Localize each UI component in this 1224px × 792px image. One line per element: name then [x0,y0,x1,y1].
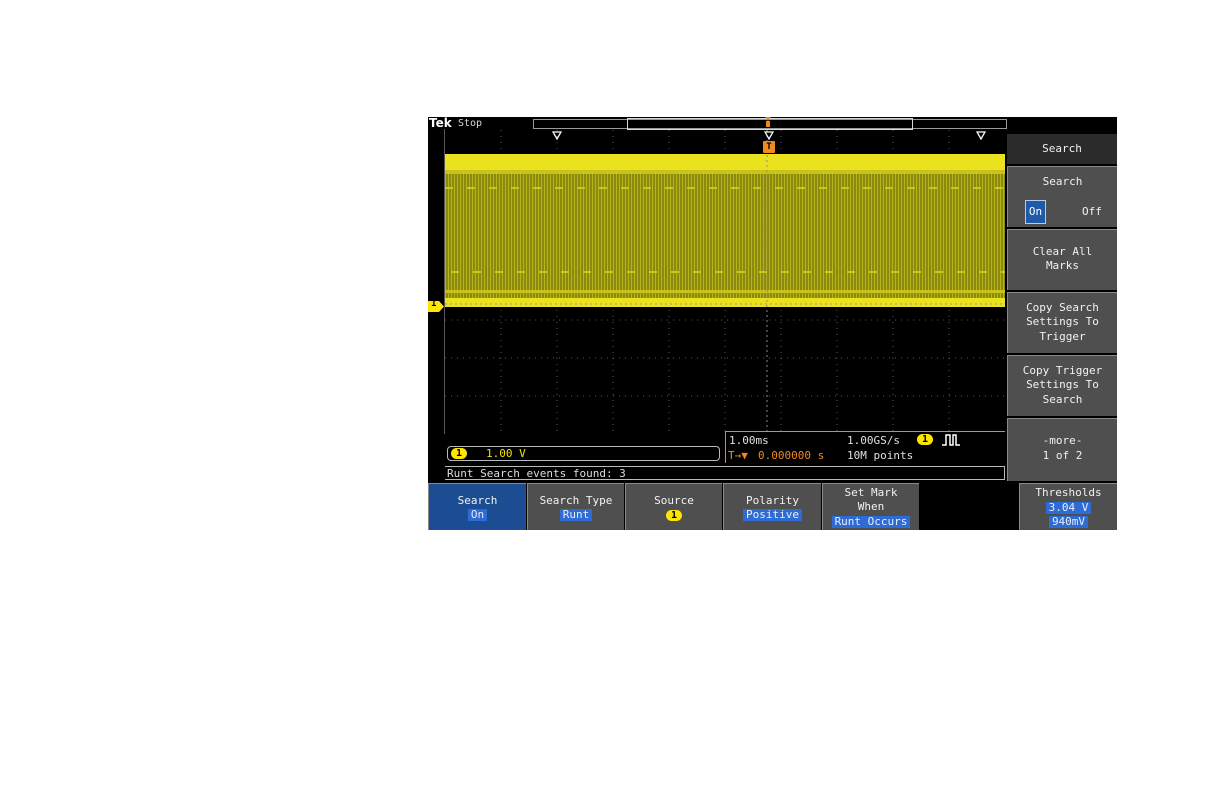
waveform-envelope [445,154,1005,304]
channel1-ground-marker[interactable]: 1 [428,298,444,312]
source-value: 1 [665,510,683,521]
search-mark-icon[interactable] [552,131,562,140]
oscilloscope-display: Tek Stop T 1 1 1.00 V 1.00ms 1.00GS/s 1 … [428,117,1117,530]
copy-search-to-trigger-button[interactable]: Copy Search Settings To Trigger [1007,292,1117,353]
search-mark-icon[interactable] [764,131,774,140]
set-mark-when-button[interactable]: Set Mark When Runt Occurs [822,483,919,530]
search-on-option[interactable]: On [1025,200,1046,224]
search-type-value: Runt [559,509,593,521]
status-message-bar: Runt Search events found: 3 [445,466,1005,480]
waveform-high-band [445,154,1005,170]
search-toggle-button[interactable]: Search On Off [1007,166,1117,227]
clear-all-marks-button[interactable]: Clear All Marks [1007,229,1117,290]
trigger-source-badge: 1 [917,434,934,445]
set-mark-when-value: Runt Occurs [831,516,911,528]
trigger-position-marker: T [763,141,775,153]
record-length: 10M points [847,449,914,462]
threshold-low-value: 940mV [1048,516,1089,528]
timebase-readout: 1.00ms 1.00GS/s 1 T→▼ 0.000000 s 10M poi… [725,431,1005,463]
channel1-readout[interactable]: 1 1.00 V [447,446,720,461]
trigger-position-icon [765,117,771,127]
search-off-option[interactable]: Off [1082,205,1102,219]
channel1-badge: 1 [451,448,468,459]
waveform-low-band [445,298,1005,307]
thresholds-button[interactable]: Thresholds 3.04 V 940mV [1019,483,1117,530]
side-menu-title: Search [1007,134,1117,164]
threshold-high-value: 3.04 V [1045,502,1092,514]
horizontal-scale: 1.00ms [729,434,769,447]
waveform-graticule [445,130,1005,434]
side-menu: Search Search On Off Clear All Marks Cop… [1007,134,1117,481]
bottom-menu: Search On Search Type Runt Source 1 Pola… [428,483,1117,530]
edge-trigger-icon [942,434,960,446]
channel1-scale: 1.00 V [486,447,526,460]
search-toggle-label: Search [1042,175,1083,188]
copy-trigger-to-search-button[interactable]: Copy Trigger Settings To Search [1007,355,1117,416]
search-value: On [467,509,488,521]
polarity-button[interactable]: Polarity Positive [723,483,821,530]
channel1-marker-label: 1 [431,299,437,309]
polarity-value: Positive [743,509,802,521]
sample-rate: 1.00GS/s [847,434,900,447]
search-button[interactable]: Search On [428,483,526,530]
search-mark-icon[interactable] [976,131,986,140]
horizontal-delay: 0.000000 s [758,449,825,462]
search-type-button[interactable]: Search Type Runt [527,483,624,530]
trigger-position-symbol: T→▼ [728,449,748,462]
status-message: Runt Search events found: 3 [447,467,626,480]
more-menu-button[interactable]: -more- 1 of 2 [1007,418,1117,481]
source-button[interactable]: Source 1 [625,483,722,530]
